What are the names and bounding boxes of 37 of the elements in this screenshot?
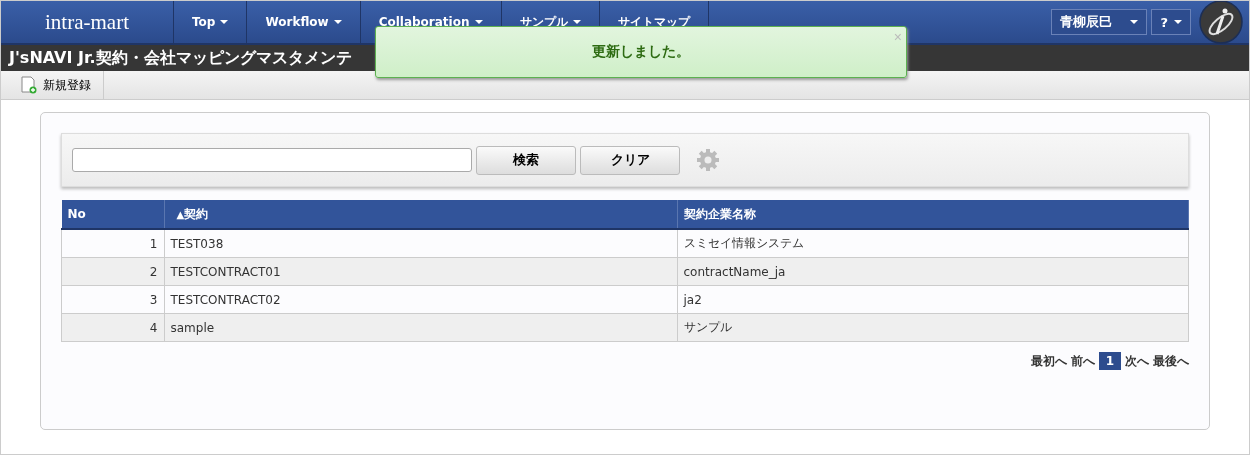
previous-page-link[interactable]: 前へ: [1070, 352, 1095, 370]
search-button[interactable]: クリア: [580, 145, 680, 175]
user-menu[interactable]: 青柳辰巳: [1051, 9, 1148, 35]
table-cell: 4: [61, 313, 164, 342]
caret-icon: [333, 20, 342, 24]
table-cell: スミセイ情報システム: [677, 229, 1189, 258]
menu-item[interactable]: Workflow: [247, 1, 361, 43]
column-header[interactable]: No: [61, 200, 164, 229]
toast-message: 更新しました。: [592, 43, 690, 61]
caret-icon: [1130, 20, 1139, 24]
first-page-link[interactable]: 最初へ: [1030, 352, 1067, 370]
table-cell: TEST038: [164, 229, 677, 258]
table-cell: 1: [61, 229, 164, 258]
table-cell: sample: [164, 313, 677, 342]
table-cell: 2: [61, 257, 164, 286]
menu-item[interactable]: Top: [174, 1, 248, 43]
table-cell: TESTCONTRACT01: [164, 257, 677, 286]
table-cell: 3: [61, 285, 164, 314]
logo[interactable]: intra-mart: [1, 1, 174, 43]
search-button[interactable]: 検索: [476, 145, 576, 175]
table-cell: ja2: [677, 285, 1189, 314]
column-header[interactable]: 契約企業名称: [677, 200, 1189, 229]
search-field[interactable]: [72, 148, 472, 172]
new-document-icon: [21, 76, 37, 94]
page-title: J'sNAVI Jr.契約・会社マッピングマスタメンテ: [9, 47, 352, 69]
table-cell: サンプル: [677, 313, 1189, 342]
logo-icon[interactable]: [1199, 1, 1243, 44]
column-header[interactable]: ▲契約: [164, 200, 677, 229]
table-cell: contractName_ja: [677, 257, 1189, 286]
help-menu[interactable]: ?: [1151, 9, 1191, 35]
caret-icon: [1174, 20, 1182, 24]
last-page-link[interactable]: 最後へ: [1153, 352, 1189, 370]
page-number[interactable]: 1: [1098, 352, 1121, 370]
table-cell: TESTCONTRACT02: [164, 285, 677, 314]
new-button[interactable]: 新規登録: [9, 71, 104, 99]
next-page-link[interactable]: 次へ: [1125, 352, 1149, 370]
caret-icon: [220, 20, 229, 24]
